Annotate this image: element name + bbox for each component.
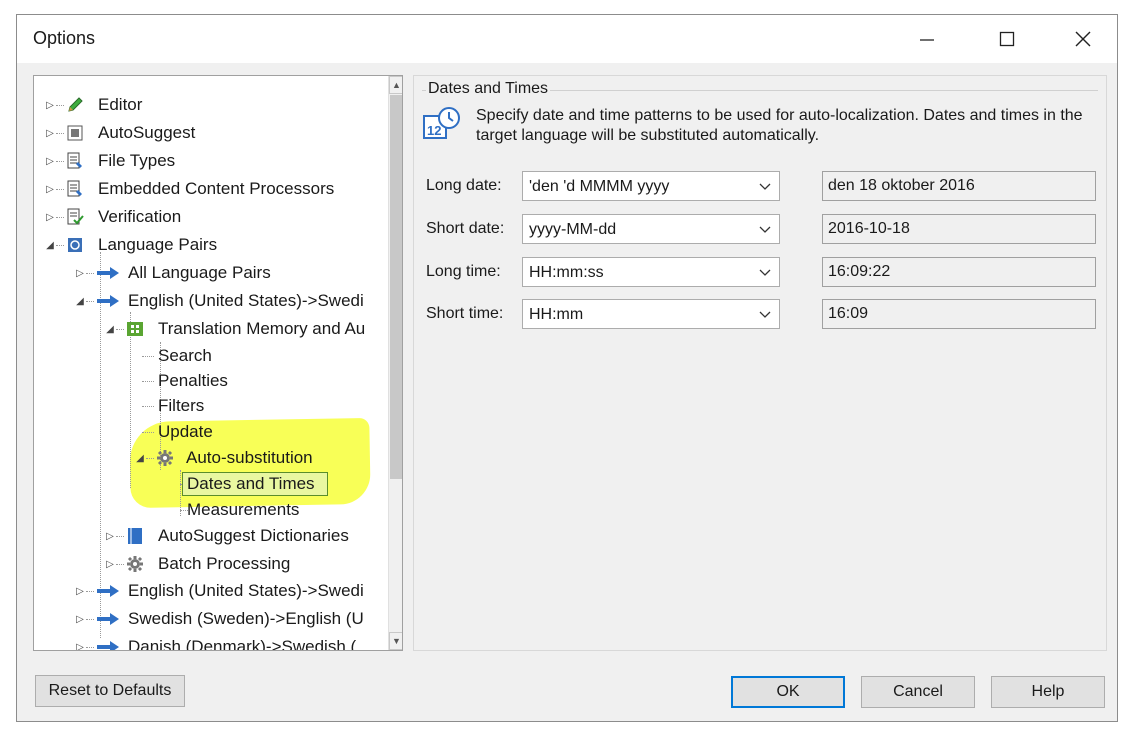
tree-item-update[interactable]: Update: [34, 420, 384, 444]
tree-item-language-pair-da-sv[interactable]: ▷ Danish (Denmark)->Swedish (: [34, 635, 384, 651]
arrow-right-icon: [96, 582, 120, 600]
short-time-preview: 16:09: [822, 299, 1096, 329]
translation-memory-icon: [126, 320, 144, 338]
short-date-preview: 2016-10-18: [822, 214, 1096, 244]
short-date-combo[interactable]: yyyy-MM-dd: [522, 214, 780, 244]
collapse-icon[interactable]: ◢: [134, 453, 146, 464]
title-bar: Options: [17, 15, 1117, 63]
scroll-up-arrow-icon[interactable]: ▲: [389, 76, 402, 94]
long-time-preview: 16:09:22: [822, 257, 1096, 287]
gear-icon: [156, 449, 174, 467]
pencil-icon: [66, 96, 84, 114]
close-icon: [1075, 31, 1091, 47]
tree-item-embedded-content-processors[interactable]: ▷ Embedded Content Processors: [34, 177, 384, 201]
arrow-right-icon: [96, 610, 120, 628]
tree-item-language-pair-en-sv[interactable]: ◢ English (United States)->Swedi: [34, 289, 384, 313]
chevron-down-icon: [759, 311, 771, 318]
minimize-button[interactable]: [897, 15, 957, 63]
expand-icon[interactable]: ▷: [44, 212, 56, 223]
window-title: Options: [33, 28, 96, 48]
expand-icon[interactable]: ▷: [44, 100, 56, 111]
tree-item-language-pairs[interactable]: ◢ Language Pairs: [34, 233, 384, 257]
scroll-thumb[interactable]: [390, 95, 402, 479]
expand-icon[interactable]: ▷: [74, 268, 86, 279]
options-tree[interactable]: ▷ Editor ▷ AutoSuggest ▷ File Types ▷ Em…: [33, 75, 403, 651]
short-date-label: Short date:: [426, 220, 505, 237]
expand-icon[interactable]: ▷: [44, 156, 56, 167]
help-button[interactable]: Help: [991, 676, 1105, 708]
long-date-label: Long date:: [426, 177, 502, 194]
arrow-right-icon: [96, 264, 120, 282]
expand-icon[interactable]: ▷: [104, 559, 116, 570]
collapse-icon[interactable]: ◢: [74, 296, 86, 307]
tree-item-dates-and-times[interactable]: Dates and Times: [34, 472, 384, 496]
tree-item-language-pair-en-sv-2[interactable]: ▷ English (United States)->Swedi: [34, 579, 384, 603]
expand-icon[interactable]: ▷: [44, 184, 56, 195]
chevron-down-icon: [759, 226, 771, 233]
tree-item-file-types[interactable]: ▷ File Types: [34, 149, 384, 173]
tree-item-filters[interactable]: Filters: [34, 394, 384, 418]
tree-item-penalties[interactable]: Penalties: [34, 369, 384, 393]
tree-scrollbar[interactable]: ▲ ▼: [388, 76, 402, 650]
long-time-combo[interactable]: HH:mm:ss: [522, 257, 780, 287]
language-pairs-icon: [66, 236, 84, 254]
maximize-button[interactable]: [977, 15, 1037, 63]
collapse-icon[interactable]: ◢: [44, 240, 56, 251]
long-date-preview: den 18 oktober 2016: [822, 171, 1096, 201]
tree-item-auto-substitution[interactable]: ◢ Auto-substitution: [34, 446, 384, 470]
file-types-icon: [66, 152, 84, 170]
verification-icon: [66, 208, 84, 226]
file-types-icon: [66, 180, 84, 198]
tree-item-verification[interactable]: ▷ Verification: [34, 205, 384, 229]
calendar-clock-icon: 12: [423, 107, 460, 139]
tree-item-language-pair-sv-en[interactable]: ▷ Swedish (Sweden)->English (U: [34, 607, 384, 631]
short-time-label: Short time:: [426, 305, 504, 322]
tree-item-all-language-pairs[interactable]: ▷ All Language Pairs: [34, 261, 384, 285]
svg-text:12: 12: [427, 123, 441, 138]
tree-item-search[interactable]: Search: [34, 344, 384, 368]
tree-item-autosuggest[interactable]: ▷ AutoSuggest: [34, 121, 384, 145]
expand-icon[interactable]: ▷: [104, 531, 116, 542]
long-date-combo[interactable]: 'den 'd MMMM yyyy: [522, 171, 780, 201]
ok-button[interactable]: OK: [731, 676, 845, 708]
tree-item-translation-memory[interactable]: ◢ Translation Memory and Au: [34, 317, 384, 341]
gear-icon: [126, 555, 144, 573]
maximize-icon: [999, 31, 1015, 47]
options-dialog: Options ▷ Editor ▷ AutoSuggest ▷ File Ty…: [16, 14, 1118, 722]
close-button[interactable]: [1053, 15, 1113, 63]
scroll-down-arrow-icon[interactable]: ▼: [389, 632, 402, 650]
collapse-icon[interactable]: ◢: [104, 324, 116, 335]
tree-item-editor[interactable]: ▷ Editor: [34, 93, 384, 117]
arrow-right-icon: [96, 292, 120, 310]
group-title: Dates and Times: [426, 80, 551, 98]
expand-icon[interactable]: ▷: [74, 586, 86, 597]
tree-item-measurements[interactable]: Measurements: [34, 498, 384, 522]
chevron-down-icon: [759, 269, 771, 276]
reset-to-defaults-button[interactable]: Reset to Defaults: [35, 675, 185, 707]
long-time-label: Long time:: [426, 263, 501, 280]
dictionary-icon: [126, 527, 144, 545]
expand-icon[interactable]: ▷: [74, 642, 86, 651]
arrow-right-icon: [96, 638, 120, 650]
tree-item-batch-processing[interactable]: ▷ Batch Processing: [34, 552, 384, 576]
description-text: Specify date and time patterns to be use…: [476, 107, 1083, 144]
chevron-down-icon: [759, 183, 771, 190]
minimize-icon: [920, 39, 934, 41]
cancel-button[interactable]: Cancel: [861, 676, 975, 708]
expand-icon[interactable]: ▷: [74, 614, 86, 625]
short-time-combo[interactable]: HH:mm: [522, 299, 780, 329]
tree-item-autosuggest-dictionaries[interactable]: ▷ AutoSuggest Dictionaries: [34, 524, 384, 548]
autosuggest-icon: [66, 124, 84, 142]
expand-icon[interactable]: ▷: [44, 128, 56, 139]
settings-panel: Dates and Times 12 Specify date and time…: [413, 75, 1107, 651]
